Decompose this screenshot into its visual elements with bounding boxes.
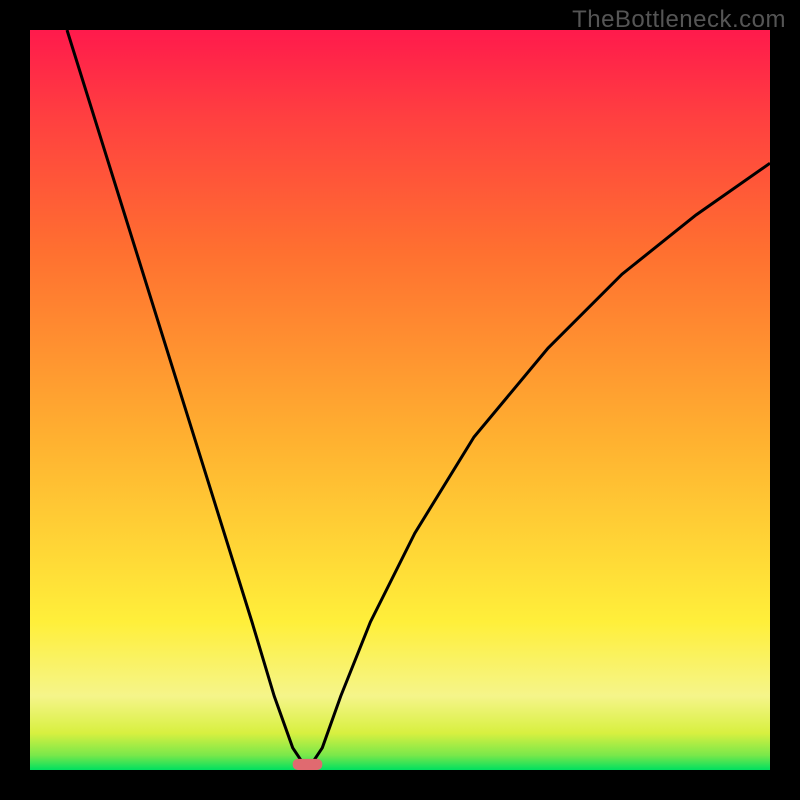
gradient-background <box>30 30 770 770</box>
chart-outer-frame: TheBottleneck.com <box>0 0 800 800</box>
bottleneck-chart <box>30 30 770 770</box>
optimal-marker <box>293 759 323 770</box>
watermark-text: TheBottleneck.com <box>572 6 786 34</box>
